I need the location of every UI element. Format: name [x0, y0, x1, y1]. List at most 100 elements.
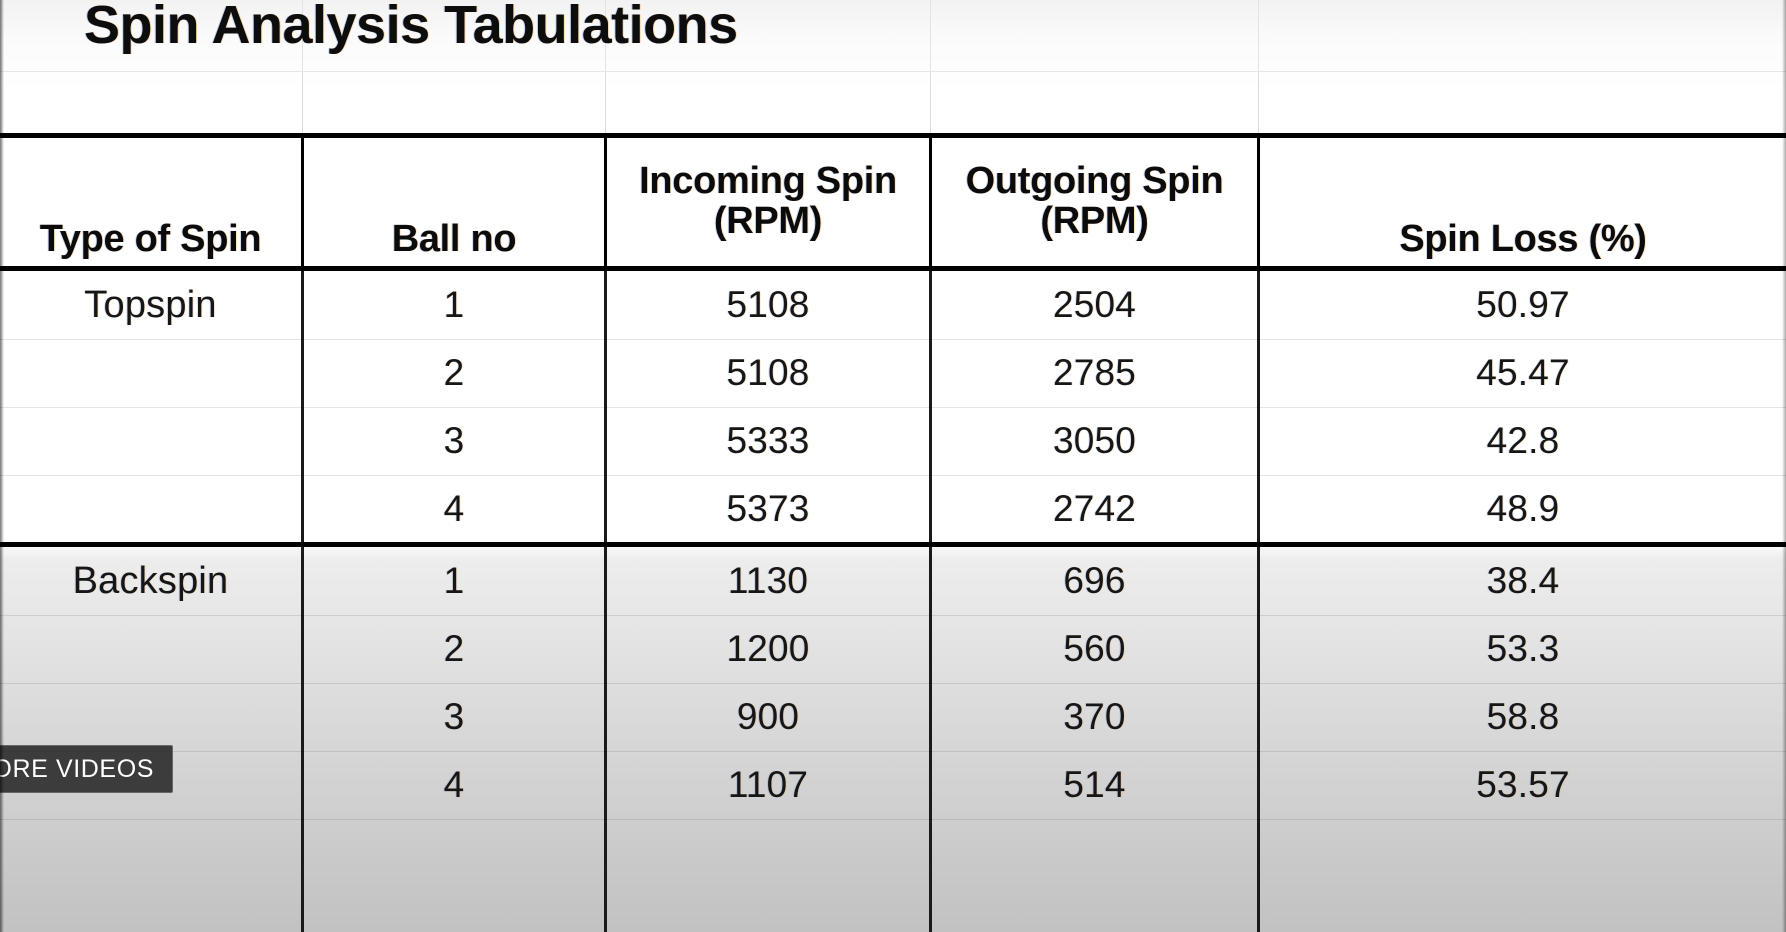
cell-incoming-spin: 1200: [726, 628, 810, 669]
cell-outgoing-spin: 2504: [1052, 284, 1137, 325]
table-group-topspin: Topspin 1 5108 2504 50.97 2 5108 2785 45…: [0, 271, 1786, 542]
table-row[interactable]: 1130: [607, 547, 929, 615]
cell-spin-loss: 50.97: [1476, 284, 1570, 325]
table-row[interactable]: 58.8: [1260, 683, 1786, 751]
more-videos-label: MORE VIDEOS: [0, 754, 155, 783]
page-title: Spin Analysis Tabulations: [84, 0, 738, 55]
table-row[interactable]: 48.9: [1260, 475, 1786, 543]
table-group-backspin: Backspin 1 1130 696 38.4 2 1200 560 53.3…: [0, 547, 1786, 932]
title-column-divider-3: [930, 0, 931, 72]
table-row[interactable]: 53.57: [1260, 751, 1786, 819]
table-row[interactable]: 900: [607, 683, 929, 751]
cell-ball-no: 1: [443, 284, 465, 325]
cell-ball-no: 4: [443, 488, 465, 529]
cell-ball-no: 3: [443, 420, 465, 461]
spacer-column-divider-3: [930, 72, 931, 133]
table-row[interactable]: 38.4: [1260, 547, 1786, 615]
cell-outgoing-spin: 2742: [1052, 488, 1137, 529]
column-header-spin-loss-label: Spin Loss (%): [1399, 218, 1647, 261]
table-row[interactable]: 5373: [607, 475, 929, 543]
table-row[interactable]: 514: [932, 751, 1257, 819]
cell-incoming-spin: 1130: [727, 560, 809, 601]
table-row[interactable]: 3: [304, 407, 604, 475]
column-header-outgoing-spin-label: Outgoing Spin (RPM): [965, 160, 1224, 242]
cell-incoming-spin: 5333: [726, 420, 810, 461]
table-row[interactable]: 1107: [607, 751, 929, 819]
table-row[interactable]: 4: [304, 475, 604, 543]
table-row[interactable]: 5333: [607, 407, 929, 475]
column-header-incoming-spin-line1: Incoming Spin: [639, 160, 897, 203]
cell-incoming-spin: 5108: [726, 352, 810, 393]
cell-outgoing-spin: 696: [1063, 560, 1126, 601]
table-row[interactable]: 2504: [932, 271, 1257, 339]
more-videos-button[interactable]: MORE VIDEOS: [0, 745, 174, 793]
table-row[interactable]: 4: [304, 751, 604, 819]
cell-spin-loss: 53.57: [1476, 764, 1570, 805]
table-row[interactable]: 5108: [607, 339, 929, 407]
spreadsheet-sheet: Spin Analysis Tabulations Type of Spin B…: [0, 0, 1786, 932]
table-row[interactable]: 3: [304, 683, 604, 751]
cell-spin-loss: 58.8: [1486, 696, 1560, 737]
table-row[interactable]: 1200: [607, 615, 929, 683]
left-edge-vignette: [0, 0, 4, 932]
empty-spacer-row: [0, 72, 1786, 133]
table-row[interactable]: Backspin: [0, 547, 301, 615]
title-row: Spin Analysis Tabulations: [0, 0, 1786, 72]
cell-incoming-spin: 1107: [727, 764, 809, 805]
cell-spin-loss: 38.4: [1486, 560, 1560, 601]
table-row[interactable]: 1: [304, 547, 604, 615]
table-row[interactable]: 53.3: [1260, 615, 1786, 683]
table-row[interactable]: 45.47: [1260, 339, 1786, 407]
backspin-row-divider-4: [0, 819, 1786, 820]
column-header-incoming-spin-label: Incoming Spin (RPM): [639, 160, 897, 242]
cell-spin-loss: 53.3: [1486, 628, 1560, 669]
right-edge-vignette: [1782, 0, 1786, 932]
spacer-column-divider-2: [605, 72, 606, 133]
table-row[interactable]: 1: [304, 271, 604, 339]
column-header-incoming-spin-line2: (RPM): [713, 200, 823, 242]
cell-incoming-spin: 5108: [726, 284, 810, 325]
column-header-spin-loss[interactable]: Spin Loss (%): [1260, 138, 1786, 268]
table-row[interactable]: 50.97: [1260, 271, 1786, 339]
cell-incoming-spin: 900: [736, 696, 800, 737]
spacer-column-divider-4: [1258, 72, 1259, 133]
column-header-type-of-spin-label: Type of Spin: [39, 218, 262, 261]
table-row[interactable]: 560: [932, 615, 1257, 683]
cell-type-of-spin: Topspin: [84, 283, 217, 326]
table-row[interactable]: 3050: [932, 407, 1257, 475]
table-row[interactable]: 2: [304, 615, 604, 683]
cell-spin-loss: 42.8: [1486, 420, 1560, 461]
cell-type-of-spin: Backspin: [72, 559, 229, 602]
title-column-divider-4: [1258, 0, 1259, 72]
table-row[interactable]: 2785: [932, 339, 1257, 407]
cell-spin-loss: 48.9: [1486, 488, 1560, 529]
column-header-type-of-spin[interactable]: Type of Spin: [0, 138, 301, 268]
table-row[interactable]: 42.8: [1260, 407, 1786, 475]
cell-ball-no: 2: [443, 628, 465, 669]
table-header-row: Type of Spin Ball no Incoming Spin (RPM) …: [0, 138, 1786, 268]
cell-ball-no: 2: [443, 352, 465, 393]
cell-outgoing-spin: 2785: [1052, 352, 1137, 393]
table-row[interactable]: 5108: [607, 271, 929, 339]
cell-outgoing-spin: 514: [1063, 764, 1126, 805]
table-row[interactable]: Topspin: [0, 271, 301, 339]
table-row[interactable]: 696: [932, 547, 1257, 615]
column-header-outgoing-spin-line1: Outgoing Spin: [965, 160, 1224, 203]
cell-spin-loss: 45.47: [1476, 352, 1570, 393]
table-row[interactable]: 2: [304, 339, 604, 407]
table-row[interactable]: 2742: [932, 475, 1257, 543]
column-header-ball-no-label: Ball no: [391, 218, 517, 261]
column-header-outgoing-spin-line2: (RPM): [1040, 200, 1149, 242]
column-header-ball-no[interactable]: Ball no: [304, 138, 604, 268]
cell-ball-no: 3: [443, 696, 465, 737]
table-row[interactable]: 370: [932, 683, 1257, 751]
cell-outgoing-spin: 560: [1063, 628, 1126, 669]
cell-outgoing-spin: 370: [1063, 696, 1126, 737]
cell-ball-no: 4: [443, 764, 465, 805]
column-header-incoming-spin[interactable]: Incoming Spin (RPM): [607, 138, 929, 268]
cell-ball-no: 1: [443, 560, 465, 601]
cell-outgoing-spin: 3050: [1052, 420, 1137, 461]
cell-incoming-spin: 5373: [726, 488, 810, 529]
column-header-outgoing-spin[interactable]: Outgoing Spin (RPM): [932, 138, 1257, 268]
spacer-column-divider-1: [302, 72, 303, 133]
